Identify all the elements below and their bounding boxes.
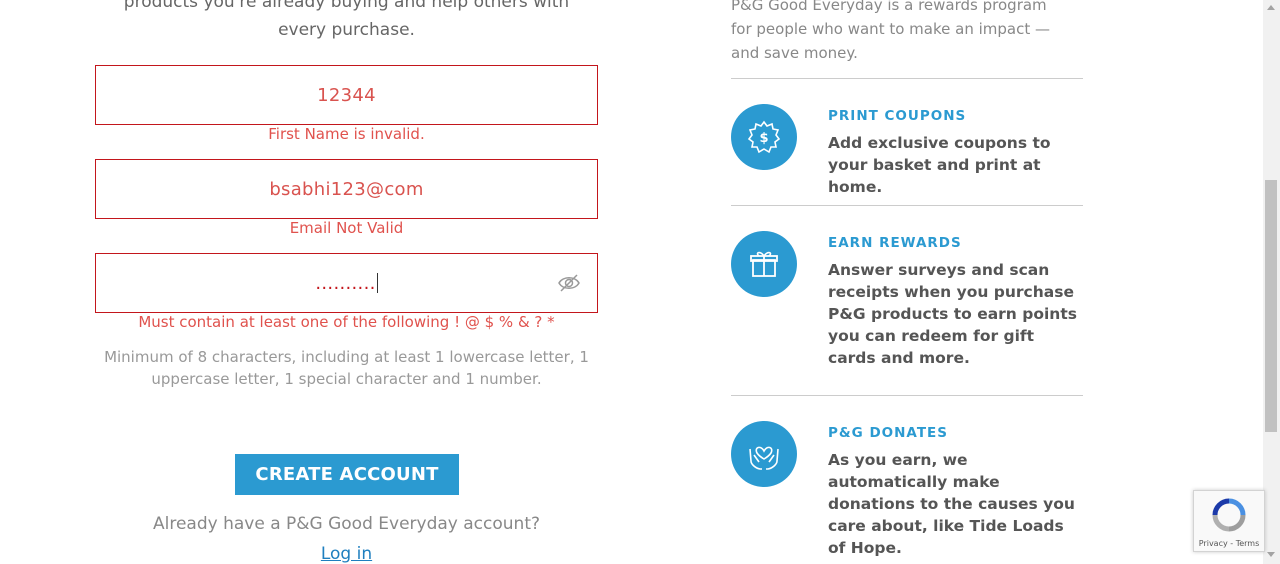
text-caret	[376, 273, 378, 293]
scrollbar-thumb[interactable]	[1265, 180, 1277, 432]
intro-line: every purchase.	[278, 20, 415, 40]
email-value: bsabhi123@com	[269, 178, 424, 200]
benefit-desc: Answer surveys and scan receipts when yo…	[828, 261, 1077, 367]
signup-intro: products you're already buying and help …	[95, 0, 598, 44]
first-name-value: 12344	[317, 84, 376, 106]
divider	[731, 395, 1083, 396]
divider	[731, 205, 1083, 206]
recaptcha-badge[interactable]: Privacy - Terms	[1193, 490, 1265, 552]
benefit-desc: Add exclusive coupons to your basket and…	[828, 134, 1051, 196]
heart-hands-icon	[731, 421, 797, 487]
scroll-down-icon[interactable]	[1267, 552, 1275, 557]
divider	[731, 78, 1083, 79]
intro-line: products you're already buying and help …	[123, 0, 570, 12]
hint-line: Minimum of 8 characters, including at le…	[104, 348, 589, 366]
hint-line: uppercase letter, 1 special character an…	[151, 370, 542, 388]
svg-text:$: $	[759, 131, 768, 146]
coupon-icon: $	[731, 104, 797, 170]
gift-icon	[731, 231, 797, 297]
first-name-error: First Name is invalid.	[268, 125, 425, 143]
first-name-field[interactable]: 12344	[95, 65, 598, 125]
password-field[interactable]: ..........	[95, 253, 598, 313]
already-have-account-text: Already have a P&G Good Everyday account…	[152, 514, 541, 534]
benefit-title: PRINT COUPONS	[828, 108, 967, 124]
recaptcha-icon	[1212, 498, 1246, 532]
benefits-intro-line: P&G Good Everyday is a rewards program	[731, 0, 1047, 14]
password-value: ..........	[315, 272, 376, 294]
benefit-title: P&G DONATES	[828, 425, 948, 441]
create-account-button[interactable]: CREATE ACCOUNT	[235, 454, 459, 495]
scroll-up-icon[interactable]	[1267, 5, 1275, 10]
email-error: Email Not Valid	[289, 219, 404, 237]
benefits-intro: P&G Good Everyday is a rewards program f…	[731, 0, 1083, 65]
benefit-title: EARN REWARDS	[828, 235, 962, 251]
benefit-desc: As you earn, we automatically make donat…	[828, 451, 1075, 557]
eye-slash-icon[interactable]	[557, 273, 581, 293]
benefits-intro-line: for people who want to make an impact —	[731, 20, 1050, 38]
recaptcha-label[interactable]: Privacy - Terms	[1194, 539, 1264, 548]
password-hint: Minimum of 8 characters, including at le…	[95, 346, 598, 390]
scrollbar[interactable]	[1263, 0, 1280, 564]
email-field[interactable]: bsabhi123@com	[95, 159, 598, 219]
benefits-intro-line: and save money.	[731, 44, 858, 62]
login-link[interactable]: Log in	[95, 544, 598, 564]
password-error: Must contain at least one of the followi…	[138, 313, 555, 331]
